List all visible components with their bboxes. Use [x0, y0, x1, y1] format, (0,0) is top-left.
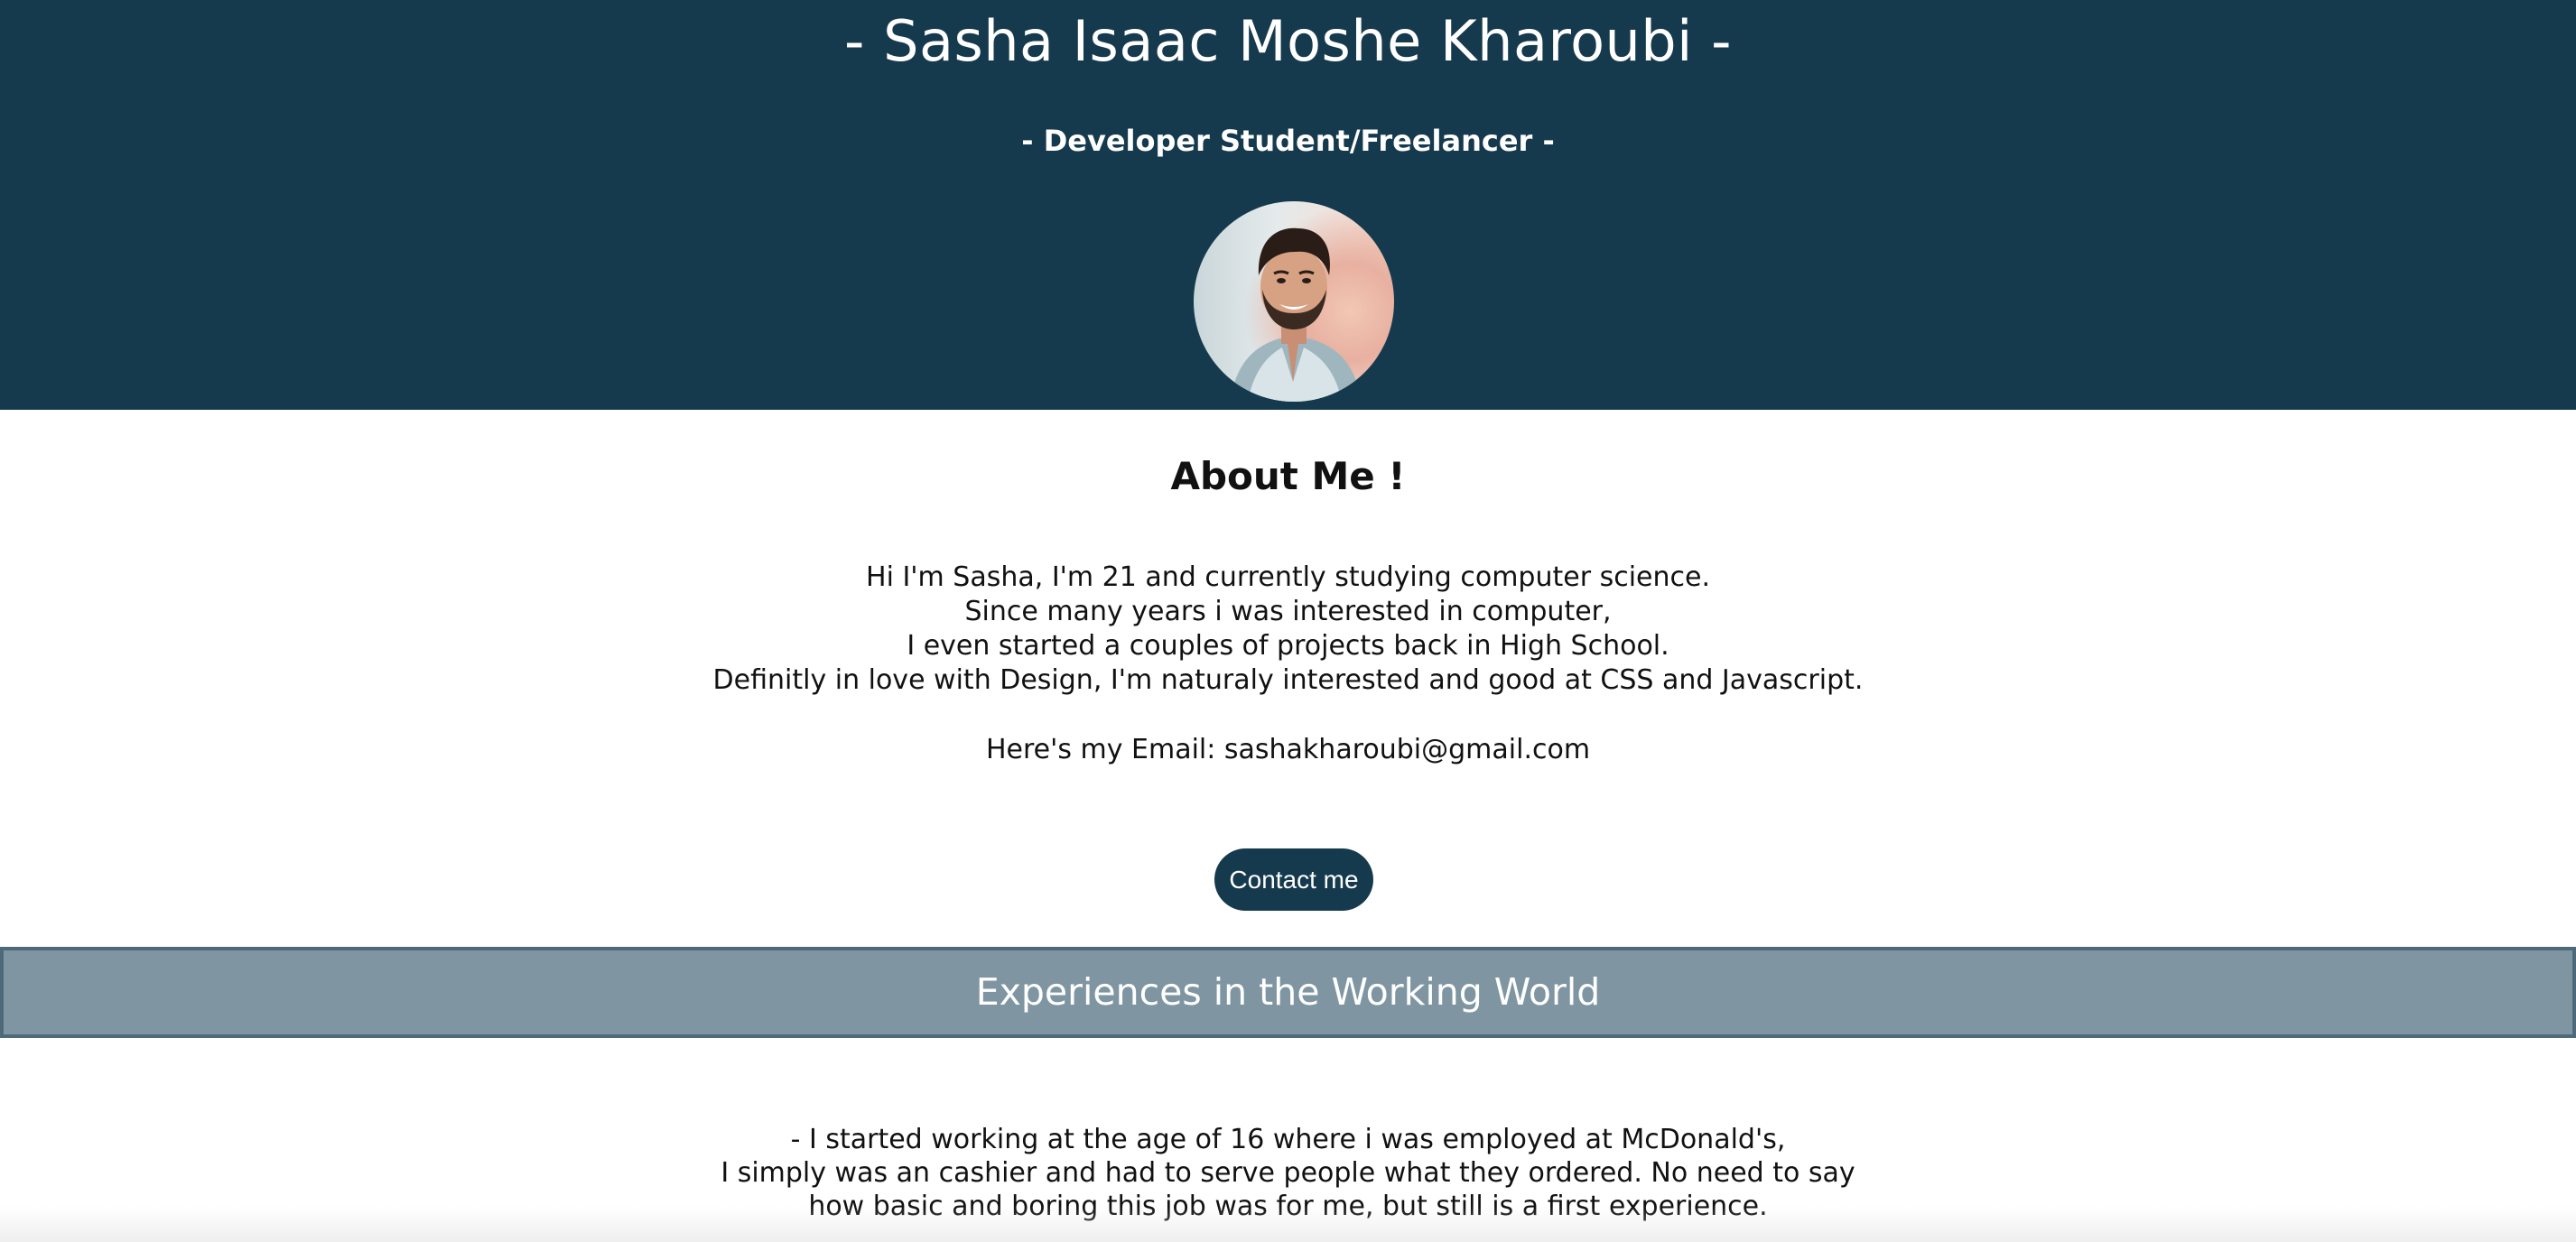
- email-text: Here's my Email: sashakharoubi@gmail.com: [985, 734, 1591, 765]
- about-line: Definitly in love with Design, I'm natur…: [712, 664, 1864, 696]
- page-header: - Sasha Isaac Moshe Kharoubi - - Develop…: [0, 0, 2576, 410]
- about-paragraph: Hi I'm Sasha, I'm 21 and currently study…: [0, 561, 2576, 698]
- about-line: Hi I'm Sasha, I'm 21 and currently study…: [866, 561, 1710, 593]
- experiences-banner: Experiences in the Working World: [0, 947, 2576, 1038]
- page-title: - Sasha Isaac Moshe Kharoubi -: [844, 8, 1732, 74]
- contact-me-button[interactable]: Contact me: [1214, 848, 1373, 911]
- experience-line: - I started working at the age of 16 whe…: [790, 1124, 1786, 1155]
- avatar: [1194, 201, 1394, 402]
- experience-line: I simply was an cashier and had to serve…: [721, 1157, 1855, 1189]
- about-title: About Me !: [1170, 454, 1406, 498]
- profile-photo-icon: [1230, 227, 1362, 402]
- about-line: Since many years i was interested in com…: [964, 596, 1612, 627]
- subtitle-role: - Developer Student/Freelancer -: [1021, 124, 1555, 158]
- experiences-paragraph: - I started working at the age of 16 whe…: [0, 1123, 2576, 1223]
- experience-line: how basic and boring this job was for me…: [808, 1191, 1768, 1222]
- about-line: I even started a couples of projects bac…: [907, 630, 1669, 662]
